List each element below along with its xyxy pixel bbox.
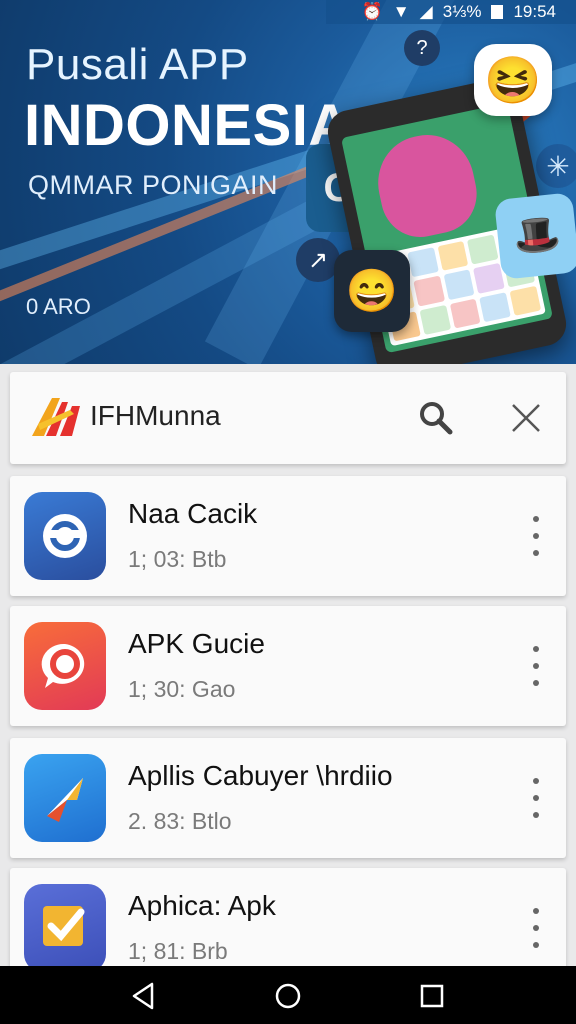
list-item[interactable]: Naa Cacik 1; 03: Btb	[10, 476, 566, 596]
app-name: Aphica: Apk	[128, 890, 276, 921]
search-bar[interactable]: IFHMunna	[10, 372, 566, 464]
battery-text: 3⅓%	[442, 2, 482, 21]
search-icon[interactable]	[418, 400, 454, 436]
banner-title-line1: Pusali APP	[26, 40, 249, 89]
banner-title-line2: INDONESIA	[24, 93, 351, 158]
app-logo-icon	[32, 398, 80, 436]
back-icon[interactable]	[128, 980, 160, 1012]
more-options-icon[interactable]	[526, 908, 546, 948]
search-query[interactable]: IFHMunna	[90, 400, 221, 432]
app-name: Apllis Cabuyer \hrdiio	[128, 760, 393, 791]
banner-subtitle: QMMAR PONIGAIN	[28, 170, 279, 200]
status-bar: ⏰ ▼ ◢ 3⅓% 19:54	[326, 0, 576, 24]
more-options-icon[interactable]	[526, 646, 546, 686]
app-name: Naa Cacik	[128, 498, 258, 529]
app-size: 1; 81: Brb	[128, 938, 228, 964]
app-name: APK Gucie	[128, 628, 265, 659]
banner-footer-text: 0 ARO	[26, 294, 91, 319]
signal-icon: ◢	[419, 2, 433, 21]
alarm-icon: ⏰	[361, 2, 383, 21]
list-item[interactable]: APK Gucie 1; 30: Gao	[10, 606, 566, 726]
chat-app-icon	[24, 622, 106, 710]
cartoon-character	[369, 126, 485, 245]
status-time: 19:54	[513, 2, 556, 21]
smiley-emoji-icon: 😆	[474, 44, 552, 116]
plane-app-icon	[24, 754, 106, 842]
recents-icon[interactable]	[416, 980, 448, 1012]
home-icon[interactable]	[272, 980, 304, 1012]
navigation-bar	[0, 966, 576, 1024]
app-size: 2. 83: Btlo	[128, 808, 232, 834]
check-app-icon	[24, 884, 106, 972]
more-options-icon[interactable]	[526, 778, 546, 818]
more-options-icon[interactable]	[526, 516, 546, 556]
promo-banner[interactable]: ⏰ ▼ ◢ 3⅓% 19:54 Pusali APP INDONESIA QMM…	[0, 0, 576, 364]
sticker-icon: 🎩	[494, 192, 576, 280]
app-size: 1; 30: Gao	[128, 676, 236, 702]
refresh-app-icon	[24, 492, 106, 580]
snowflake-icon: ✳	[536, 144, 576, 188]
app-size: 1; 03: Btb	[128, 546, 227, 572]
smiley-emoji-icon: 😄	[334, 250, 410, 332]
list-item[interactable]: Apllis Cabuyer \hrdiio 2. 83: Btlo	[10, 738, 566, 858]
close-icon[interactable]	[508, 400, 544, 436]
question-bubble-icon: ?	[404, 30, 440, 66]
battery-icon	[491, 5, 504, 19]
wifi-icon: ▼	[392, 2, 410, 21]
